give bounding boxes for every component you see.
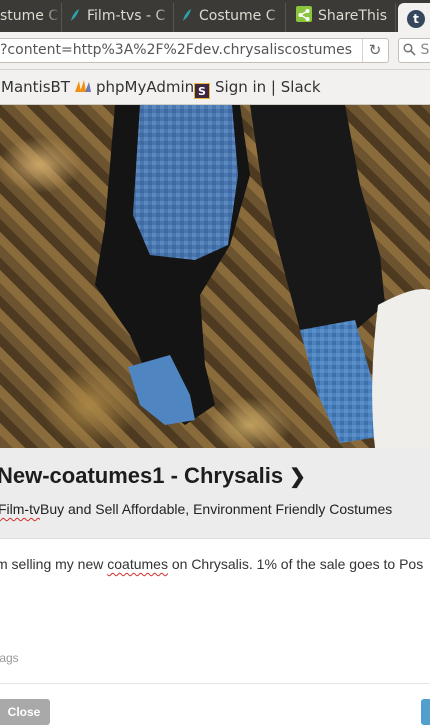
search-placeholder: S — [420, 42, 430, 58]
costume-photo — [95, 105, 430, 448]
bookmark-label: MantisBT — [1, 78, 70, 96]
message-text-end: on Chrysalis. 1% of the sale goes to Pos — [167, 556, 424, 572]
url-text: ?content=http%3A%2F%2Fdev.chrysaliscostu… — [0, 42, 352, 58]
post-title: New-coatumes1 - Chrysalis — [0, 463, 284, 488]
feather-icon — [183, 9, 191, 21]
close-button[interactable]: Close — [0, 699, 50, 725]
chevron-right-icon: ❯ — [289, 466, 306, 488]
message-text-start: m selling my new — [0, 556, 108, 572]
footer-divider — [0, 683, 430, 684]
post-subtitle: Film-tvBuy and Sell Affordable, Environm… — [0, 501, 392, 517]
tab-label: Costume C — [199, 8, 276, 24]
post-title-link[interactable]: New-coatumes1 - Chrysalis ❯ — [0, 463, 306, 489]
bookmarks-bar: MantisBT phpMyAdmin S Sign in | Slack — [0, 70, 430, 105]
tab-label: Film-tvs - C — [87, 8, 166, 24]
search-field[interactable]: S — [398, 38, 430, 63]
tab-costume-2[interactable]: Costume C — [174, 3, 286, 32]
bookmark-label: Sign in | Slack — [215, 78, 321, 96]
post-image — [0, 105, 430, 448]
tags-placeholder: tags — [0, 651, 19, 665]
tab-label: ShareThis — [318, 8, 388, 24]
subtitle-tag: Film-tv — [0, 501, 40, 517]
slack-icon: S — [194, 83, 210, 99]
bookmark-label: phpMyAdmin — [96, 78, 195, 96]
bookmark-slack[interactable]: S Sign in | Slack — [194, 70, 321, 104]
tab-tumblr-active[interactable]: t — [398, 3, 430, 32]
bookmark-phpmyadmin[interactable]: phpMyAdmin — [74, 70, 194, 104]
share-icon — [296, 6, 312, 22]
tab-film-tvs[interactable]: Film-tvs - C — [62, 3, 174, 32]
feather-icon — [71, 9, 79, 21]
navigation-toolbar: ?content=http%3A%2F%2Fdev.chrysaliscostu… — [0, 32, 430, 70]
tumblr-icon: t — [407, 10, 425, 28]
reload-icon[interactable]: ↻ — [362, 39, 387, 62]
post-message-editor[interactable]: m selling my new coatumes on Chrysalis. … — [0, 556, 430, 572]
tags-input[interactable]: tags — [0, 651, 19, 665]
search-icon — [403, 43, 416, 56]
misspelled-word: coatumes — [107, 556, 168, 572]
bookmark-mantisbt[interactable]: MantisBT — [1, 70, 70, 104]
tab-strip: stume C Film-tvs - C Costume C ShareThis… — [0, 0, 430, 32]
post-card-header: New-coatumes1 - Chrysalis ❯ Film-tvBuy an… — [0, 448, 430, 539]
tab-sharethis[interactable]: ShareThis — [286, 3, 396, 32]
subtitle-text: Buy and Sell Affordable, Environment Fri… — [40, 501, 393, 517]
post-button[interactable] — [421, 699, 430, 725]
url-bar[interactable]: ?content=http%3A%2F%2Fdev.chrysaliscostu… — [0, 38, 389, 63]
phpmyadmin-icon — [75, 80, 91, 92]
tab-costume-1[interactable]: stume C — [0, 3, 62, 32]
